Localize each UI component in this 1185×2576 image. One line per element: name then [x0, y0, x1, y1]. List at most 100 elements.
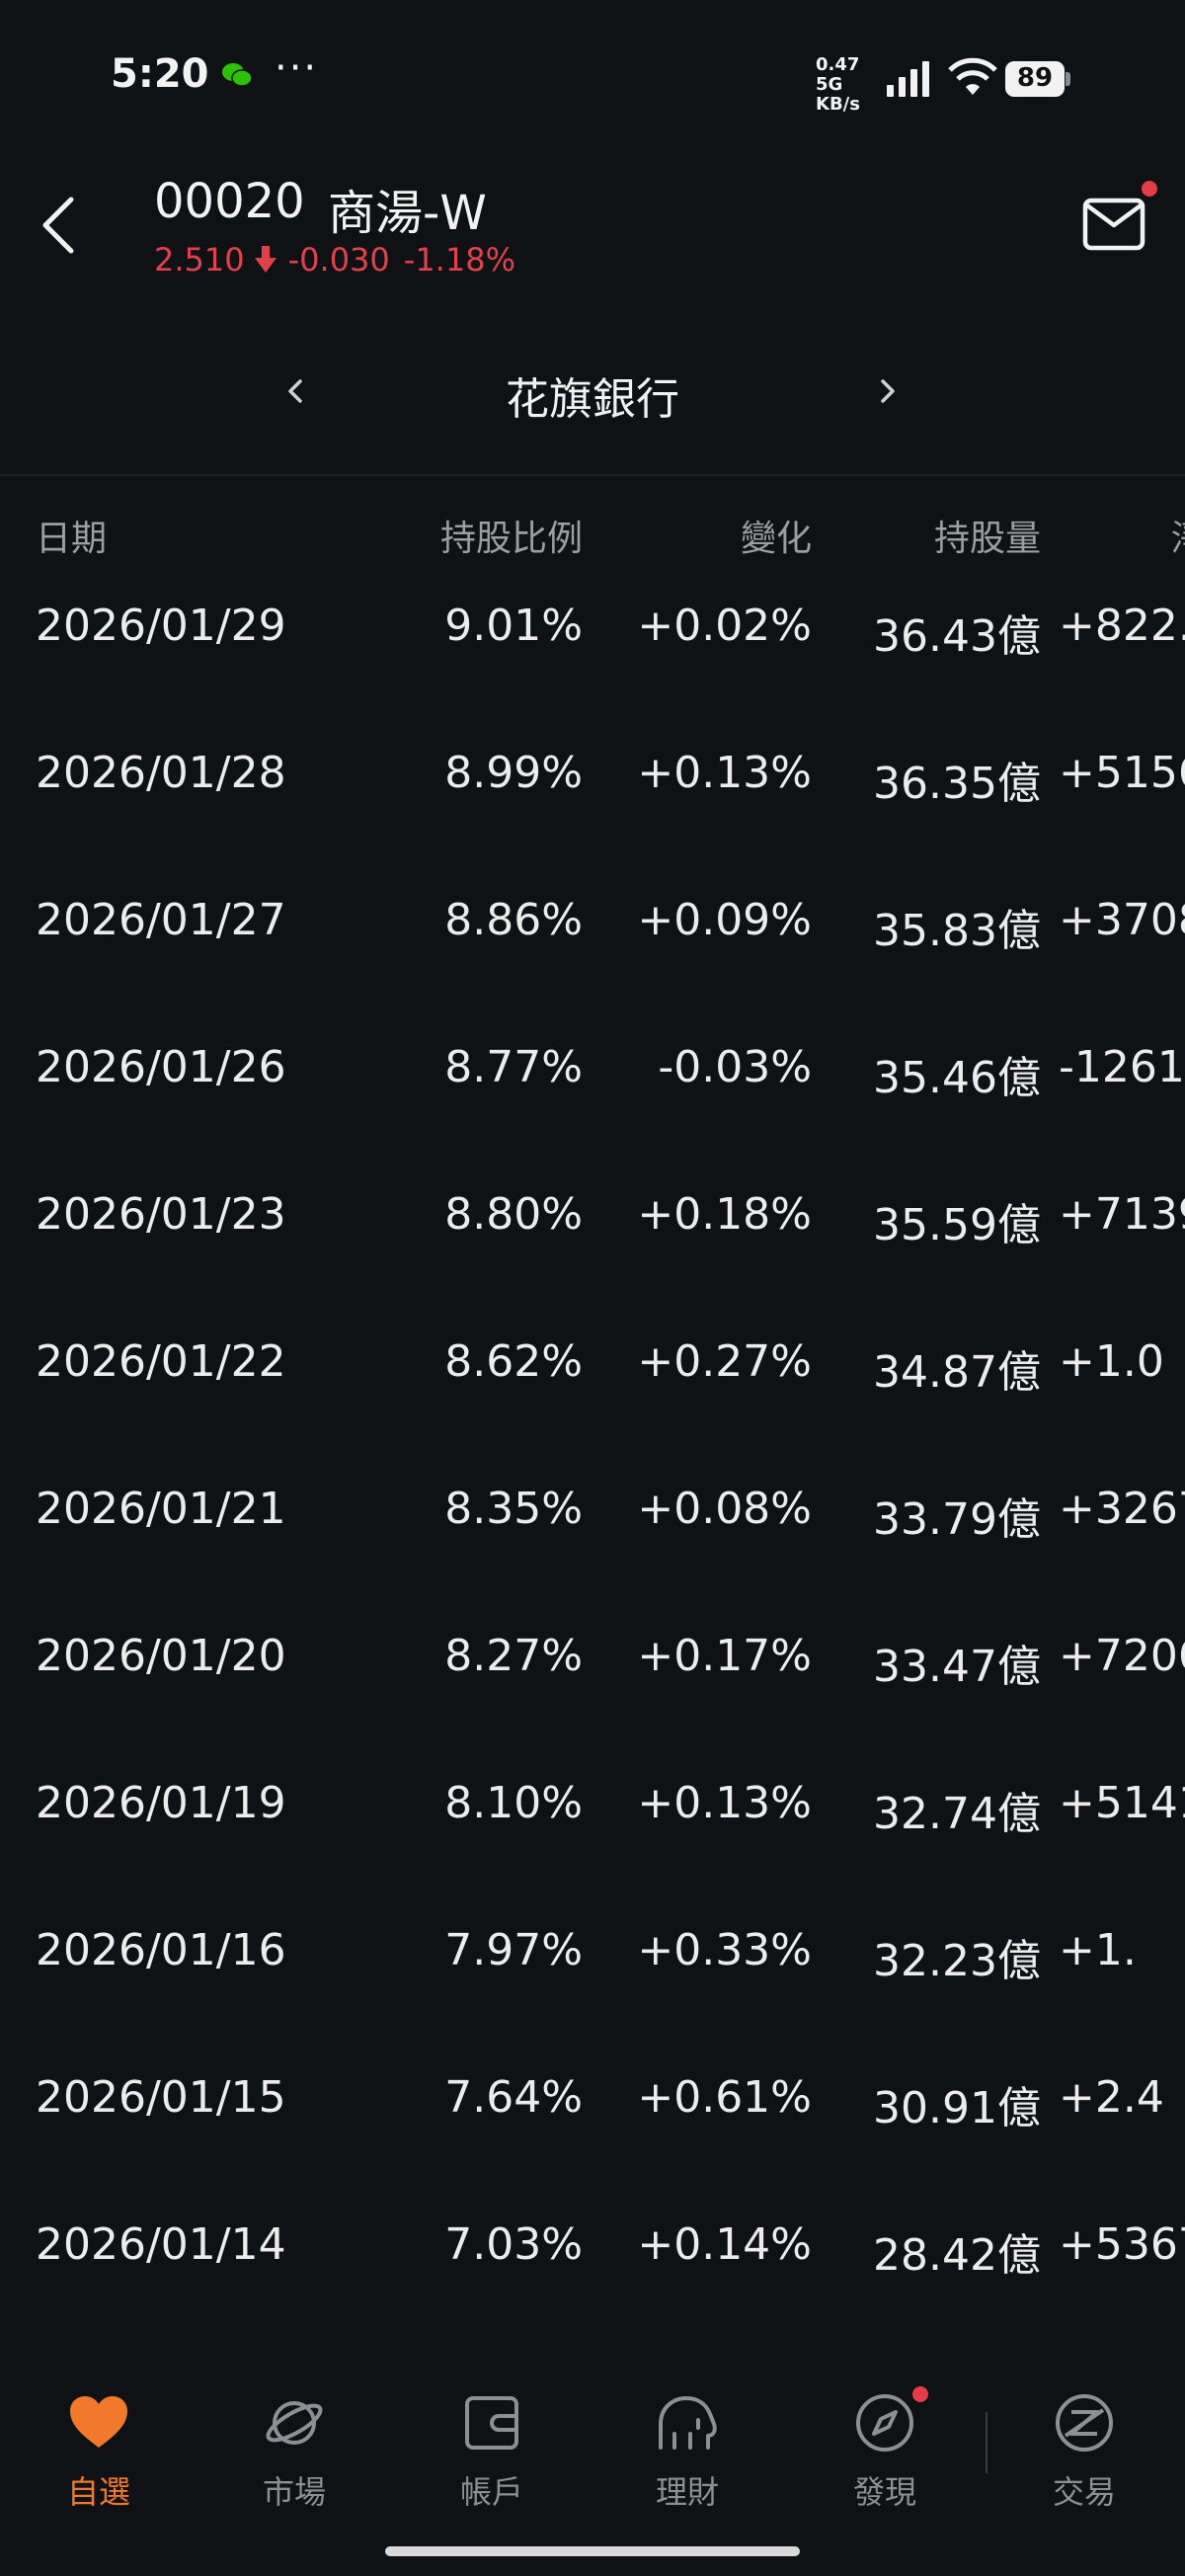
stock-code: 00020: [154, 174, 305, 229]
cell-ratio: 8.77%: [444, 1042, 583, 1092]
mail-icon[interactable]: [1082, 198, 1146, 251]
cell-date: 2026/01/20: [36, 1631, 286, 1681]
table-row[interactable]: 2026/01/27 8.86% +0.09% 35.83億 +3708: [0, 883, 1185, 1030]
cell-date: 2026/01/14: [36, 2219, 286, 2270]
stock-name: 商湯-W: [328, 186, 487, 241]
table-row[interactable]: 2026/01/29 9.01% +0.02% 36.43億 +822.6: [0, 589, 1185, 736]
cell-shares: 36.35億: [873, 759, 1041, 809]
tab-separator: [986, 2412, 988, 2473]
tab-discover[interactable]: 發現: [816, 2390, 954, 2513]
cell-shares: 33.79億: [873, 1494, 1041, 1545]
cell-net: +7206: [1059, 1631, 1185, 1681]
header-ratio[interactable]: 持股比例: [440, 510, 583, 561]
home-indicator[interactable]: [385, 2546, 800, 2556]
cell-shares: 32.23億: [873, 1936, 1041, 1986]
cell-ratio: 8.62%: [444, 1336, 583, 1387]
wallet-icon: [465, 2396, 518, 2450]
net-speed-value: 0.47: [816, 54, 860, 75]
table-row[interactable]: 2026/01/20 8.27% +0.17% 33.47億 +7206: [0, 1619, 1185, 1766]
cell-net: -1261.4: [1059, 1042, 1185, 1092]
wechat-icon: [222, 63, 253, 87]
stock-price: 2.510: [154, 241, 245, 279]
table-row[interactable]: 2026/01/23 8.80% +0.18% 35.59億 +7139: [0, 1177, 1185, 1325]
cell-change: +0.18%: [637, 1189, 812, 1240]
cell-change: +0.02%: [637, 601, 812, 651]
cell-shares: 32.74億: [873, 1789, 1041, 1839]
cell-shares: 36.43億: [873, 611, 1041, 662]
cell-net: +5367: [1059, 2219, 1185, 2270]
cell-change: +0.08%: [637, 1484, 812, 1534]
cell-shares: 35.46億: [873, 1053, 1041, 1103]
tab-label: 發現: [852, 2473, 916, 2511]
cell-shares: 28.42億: [873, 2230, 1041, 2281]
cell-ratio: 9.01%: [444, 601, 583, 651]
cell-ratio: 8.35%: [444, 1484, 583, 1534]
cell-change: -0.03%: [658, 1042, 812, 1092]
cell-ratio: 7.97%: [444, 1925, 583, 1975]
table-row[interactable]: 2026/01/22 8.62% +0.27% 34.87億 +1.0: [0, 1325, 1185, 1472]
cell-net: +5156: [1059, 748, 1185, 798]
tab-label: 市場: [262, 2473, 326, 2511]
cell-ratio: 8.99%: [444, 748, 583, 798]
status-bar: 5:20 ··· 0.47 5G KB/s 89: [0, 0, 1185, 158]
table-header: 日期 持股比例 變化 持股量 淨: [0, 510, 1185, 559]
tab-wealth[interactable]: 理財: [618, 2390, 756, 2513]
tab-label: 交易: [1052, 2473, 1116, 2511]
cell-date: 2026/01/29: [36, 601, 286, 651]
tab-account[interactable]: 帳戶: [423, 2390, 561, 2513]
cell-ratio: 7.64%: [444, 2072, 583, 2123]
cell-net: +3708: [1059, 895, 1185, 945]
cell-date: 2026/01/23: [36, 1189, 286, 1240]
trade-icon: [1056, 2394, 1113, 2452]
cell-shares: 35.59億: [873, 1200, 1041, 1250]
bottom-tab-bar: 自選 市場 帳戶 理財 發現 交易: [0, 2369, 1185, 2517]
cell-date: 2026/01/22: [36, 1336, 286, 1387]
table-row[interactable]: 2026/01/28 8.99% +0.13% 36.35億 +5156: [0, 736, 1185, 883]
cell-net: +822.6: [1059, 601, 1185, 651]
header-net[interactable]: 淨: [1171, 510, 1185, 561]
cell-shares: 30.91億: [873, 2083, 1041, 2133]
table-row[interactable]: 2026/01/14 7.03% +0.14% 28.42億 +5367: [0, 2208, 1185, 2355]
cell-date: 2026/01/27: [36, 895, 286, 945]
table-row[interactable]: 2026/01/15 7.64% +0.61% 30.91億 +2.4: [0, 2060, 1185, 2208]
tab-watchlist[interactable]: 自選: [30, 2390, 168, 2513]
cell-date: 2026/01/21: [36, 1484, 286, 1534]
cell-change: +0.17%: [637, 1631, 812, 1681]
tab-trade[interactable]: 交易: [1015, 2390, 1153, 2513]
header-shares[interactable]: 持股量: [934, 510, 1041, 561]
compass-icon: [856, 2394, 913, 2452]
heart-icon: [70, 2396, 127, 2448]
status-time: 5:20: [111, 51, 209, 97]
cell-date: 2026/01/26: [36, 1042, 286, 1092]
wifi-icon: [948, 57, 997, 95]
cell-change: +0.09%: [637, 895, 812, 945]
section-divider: [0, 474, 1185, 476]
table-row[interactable]: 2026/01/16 7.97% +0.33% 32.23億 +1.: [0, 1913, 1185, 2060]
header-date[interactable]: 日期: [36, 510, 107, 561]
cell-change: +0.27%: [637, 1336, 812, 1387]
cell-shares: 34.87億: [873, 1347, 1041, 1398]
discover-notification-dot: [912, 2386, 928, 2402]
cell-date: 2026/01/15: [36, 2072, 286, 2123]
cell-net: +7139: [1059, 1189, 1185, 1240]
table-row[interactable]: 2026/01/19 8.10% +0.13% 32.74億 +5141.: [0, 1766, 1185, 1913]
chevron-right-icon[interactable]: [873, 371, 903, 411]
tab-label: 帳戶: [459, 2473, 523, 2511]
cell-net: +5141.: [1059, 1778, 1185, 1828]
cell-date: 2026/01/16: [36, 1925, 286, 1975]
net-speed-unit: KB/s: [816, 94, 860, 115]
table-row[interactable]: 2026/01/26 8.77% -0.03% 35.46億 -1261.4: [0, 1030, 1185, 1177]
mail-notification-dot: [1142, 181, 1157, 197]
signal-icon: [887, 61, 929, 97]
net-type: 5G: [816, 74, 843, 95]
tab-market[interactable]: 市場: [225, 2390, 363, 2513]
cell-net: +2.4: [1059, 2072, 1164, 2123]
header-change[interactable]: 變化: [741, 510, 812, 561]
price-change: -0.030: [287, 241, 390, 279]
back-arrow-icon[interactable]: [36, 194, 79, 257]
cell-ratio: 8.80%: [444, 1189, 583, 1240]
table-row[interactable]: 2026/01/21 8.35% +0.08% 33.79億 +3267: [0, 1472, 1185, 1619]
cell-change: +0.14%: [637, 2219, 812, 2270]
battery-icon: 89: [1005, 61, 1070, 97]
cell-net: +1.: [1059, 1925, 1137, 1975]
